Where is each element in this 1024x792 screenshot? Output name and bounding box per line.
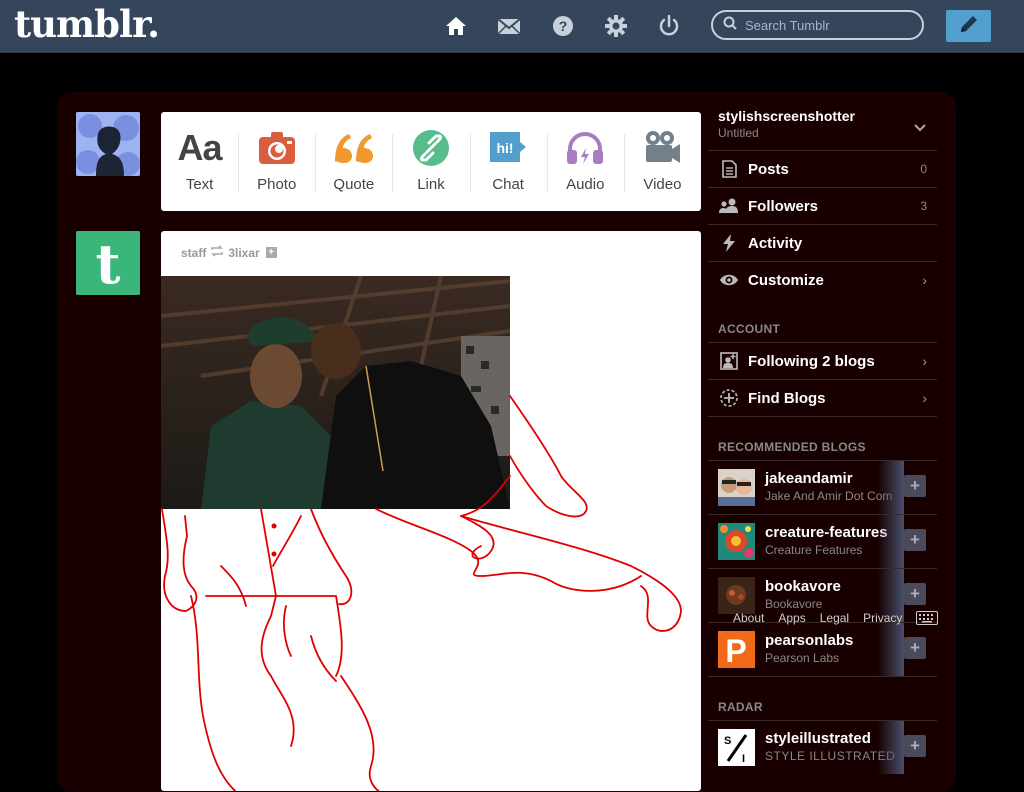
- follow-plus-icon[interactable]: +: [265, 247, 277, 258]
- quote-icon: [333, 128, 375, 168]
- blog-avatar[interactable]: SI: [718, 729, 755, 766]
- tumblr-logo[interactable]: tumblr.: [14, 2, 160, 46]
- post-type-quote[interactable]: Quote: [315, 112, 392, 211]
- sidebar-item-following[interactable]: Following 2 blogs ›: [708, 342, 937, 379]
- sidebar-item-posts[interactable]: Posts 0: [708, 150, 937, 187]
- recommended-blog-item[interactable]: P pearsonlabs Pearson Labs +: [708, 622, 937, 676]
- search-box: [711, 10, 924, 40]
- follow-button[interactable]: +: [904, 583, 926, 605]
- account-section-title: ACCOUNT: [718, 322, 781, 336]
- following-icon: [718, 352, 740, 370]
- chevron-right-icon: ›: [922, 272, 927, 288]
- power-icon[interactable]: [657, 14, 681, 38]
- search-icon: [723, 16, 737, 35]
- svg-text:t: t: [96, 232, 121, 295]
- follow-button[interactable]: +: [904, 475, 926, 497]
- post-type-photo[interactable]: Photo: [238, 112, 315, 211]
- post-author-avatar[interactable]: t: [76, 231, 140, 295]
- sidebar-item-find-blogs[interactable]: Find Blogs ›: [708, 379, 937, 416]
- chevron-down-icon[interactable]: [913, 120, 927, 138]
- divider: [708, 416, 937, 417]
- fade-overlay: [878, 721, 904, 774]
- radar-section-title: RADAR: [718, 700, 763, 714]
- svg-text:I: I: [742, 753, 745, 765]
- blog-subtitle: Untitled: [718, 126, 759, 140]
- activity-icon: [718, 234, 740, 252]
- help-icon[interactable]: ?: [551, 14, 575, 38]
- user-avatar[interactable]: [76, 112, 140, 176]
- svg-text:S: S: [724, 735, 731, 747]
- fade-overlay: [878, 515, 904, 568]
- chevron-right-icon: ›: [922, 353, 927, 369]
- gear-icon[interactable]: [604, 14, 628, 38]
- blog-switcher[interactable]: stylishscreenshotter Untitled: [718, 108, 855, 140]
- find-blogs-icon: [718, 388, 740, 408]
- blog-name: stylishscreenshotter: [718, 108, 855, 124]
- post-type-text[interactable]: Aa Text: [161, 112, 238, 211]
- home-icon[interactable]: [444, 14, 468, 38]
- top-navigation-bar: tumblr. ?: [0, 0, 1024, 53]
- text-aa-icon: Aa: [177, 127, 223, 168]
- follow-button[interactable]: +: [904, 529, 926, 551]
- sidebar-item-activity[interactable]: Activity: [708, 224, 937, 261]
- sidebar-item-followers[interactable]: Followers 3: [708, 187, 937, 224]
- footer-link-privacy[interactable]: Privacy: [863, 611, 902, 625]
- sidebar-item-customize[interactable]: Customize ›: [708, 261, 937, 298]
- recommended-blog-item[interactable]: creature-features Creature Features +: [708, 514, 937, 568]
- post-header: staff 3lixar +: [181, 245, 277, 260]
- search-input[interactable]: [743, 16, 917, 34]
- reblogged-from-link[interactable]: 3lixar: [228, 246, 259, 260]
- follow-button[interactable]: +: [904, 637, 926, 659]
- post-author-link[interactable]: staff: [181, 246, 206, 260]
- keyboard-icon[interactable]: [916, 611, 938, 630]
- camera-icon: [258, 128, 296, 168]
- svg-text:P: P: [725, 633, 746, 668]
- footer-links: About Apps Legal Privacy: [733, 611, 902, 625]
- video-camera-icon: [643, 128, 681, 168]
- post-type-bar: Aa Text Photo Quote Link hi! Chat Audio: [161, 112, 701, 211]
- chevron-right-icon: ›: [922, 390, 927, 406]
- post-card: staff 3lixar +: [161, 231, 701, 791]
- compose-button[interactable]: [946, 10, 991, 42]
- post-type-chat[interactable]: hi! Chat: [469, 112, 547, 211]
- post-photo-drawing[interactable]: [161, 276, 701, 791]
- pencil-icon: [958, 13, 980, 40]
- link-icon: [412, 128, 450, 168]
- reblog-icon: [210, 245, 224, 260]
- follow-button[interactable]: +: [904, 735, 926, 757]
- radar-blog-item[interactable]: SI styleillustrated STYLE ILLUSTRATED +: [708, 720, 937, 774]
- blog-avatar[interactable]: P: [718, 631, 755, 668]
- blog-avatar[interactable]: [718, 577, 755, 614]
- recommended-section-title: RECOMMENDED BLOGS: [718, 440, 866, 454]
- post-type-link[interactable]: Link: [392, 112, 469, 211]
- mail-icon[interactable]: [497, 14, 521, 38]
- blog-avatar[interactable]: [718, 469, 755, 506]
- svg-text:hi!: hi!: [497, 140, 514, 156]
- footer-link-about[interactable]: About: [733, 611, 764, 625]
- blog-avatar[interactable]: [718, 523, 755, 560]
- chat-icon: hi!: [488, 128, 528, 168]
- footer-link-apps[interactable]: Apps: [778, 611, 805, 625]
- headphones-icon: [565, 128, 605, 168]
- divider: [708, 676, 937, 677]
- followers-icon: [718, 198, 740, 214]
- post-type-video[interactable]: Video: [623, 112, 701, 211]
- svg-text:?: ?: [559, 18, 568, 34]
- posts-icon: [718, 160, 740, 178]
- fade-overlay: [878, 623, 904, 676]
- post-type-audio[interactable]: Audio: [546, 112, 624, 211]
- footer-link-legal[interactable]: Legal: [820, 611, 849, 625]
- fade-overlay: [878, 461, 904, 514]
- eye-icon: [718, 273, 740, 287]
- recommended-blog-item[interactable]: jakeandamir Jake And Amir Dot Com +: [708, 460, 937, 514]
